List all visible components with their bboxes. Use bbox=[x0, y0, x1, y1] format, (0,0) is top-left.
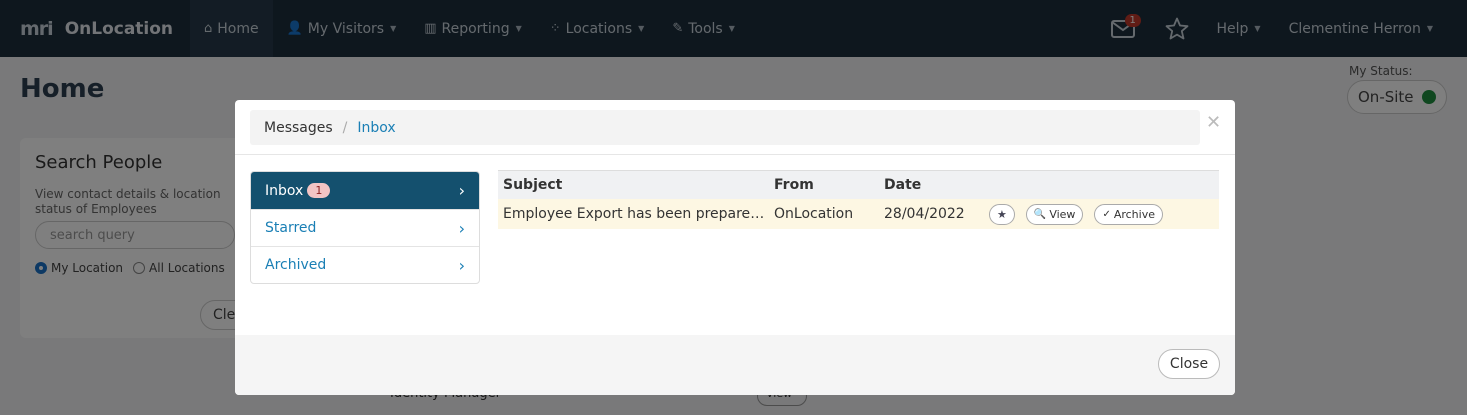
row-subject: Employee Export has been prepared for do… bbox=[503, 206, 769, 222]
chevron-right-icon: › bbox=[458, 219, 465, 238]
header-from: From bbox=[774, 177, 814, 193]
header-date: Date bbox=[884, 177, 922, 193]
messages-table: Subject From Date Employee Export has be… bbox=[498, 170, 1219, 229]
breadcrumb-separator: / bbox=[342, 119, 348, 136]
close-button[interactable]: Close bbox=[1158, 349, 1220, 379]
row-actions: ★ 🔍 View ✓ Archive bbox=[987, 203, 1163, 225]
folder-archived[interactable]: Archived › bbox=[251, 246, 479, 283]
search-icon: 🔍 bbox=[1033, 208, 1047, 220]
row-from: OnLocation bbox=[774, 206, 854, 222]
folder-archived-label: Archived bbox=[265, 257, 327, 273]
messages-modal: Messages / Inbox ✕ Inbox 1 › Starred › A… bbox=[235, 100, 1235, 395]
folder-starred-label: Starred bbox=[265, 220, 317, 236]
modal-footer: Close bbox=[235, 335, 1235, 395]
folder-inbox[interactable]: Inbox 1 › bbox=[251, 172, 479, 209]
table-row[interactable]: Employee Export has been prepared for do… bbox=[498, 199, 1219, 229]
check-icon: ✓ bbox=[1102, 208, 1111, 220]
folder-inbox-label: Inbox bbox=[265, 182, 304, 199]
header-subject: Subject bbox=[503, 177, 563, 193]
table-header: Subject From Date bbox=[498, 170, 1219, 199]
row-date: 28/04/2022 bbox=[884, 206, 965, 222]
chevron-right-icon: › bbox=[458, 256, 465, 275]
chevron-right-icon: › bbox=[458, 181, 465, 200]
breadcrumb: Messages / Inbox bbox=[250, 110, 1200, 145]
breadcrumb-messages[interactable]: Messages bbox=[264, 120, 333, 136]
modal-header: Messages / Inbox ✕ bbox=[235, 100, 1235, 155]
breadcrumb-inbox[interactable]: Inbox bbox=[357, 120, 395, 136]
view-label: View bbox=[1049, 207, 1076, 221]
inbox-count-badge: 1 bbox=[307, 183, 331, 198]
star-button[interactable]: ★ bbox=[989, 203, 1015, 225]
star-icon: ★ bbox=[997, 207, 1007, 221]
archive-button[interactable]: ✓ Archive bbox=[1094, 203, 1163, 225]
folder-list: Inbox 1 › Starred › Archived › bbox=[250, 171, 480, 284]
archive-label: Archive bbox=[1113, 207, 1155, 221]
folder-starred[interactable]: Starred › bbox=[251, 209, 479, 246]
close-icon[interactable]: ✕ bbox=[1206, 112, 1221, 133]
view-button[interactable]: 🔍 View bbox=[1025, 203, 1084, 225]
